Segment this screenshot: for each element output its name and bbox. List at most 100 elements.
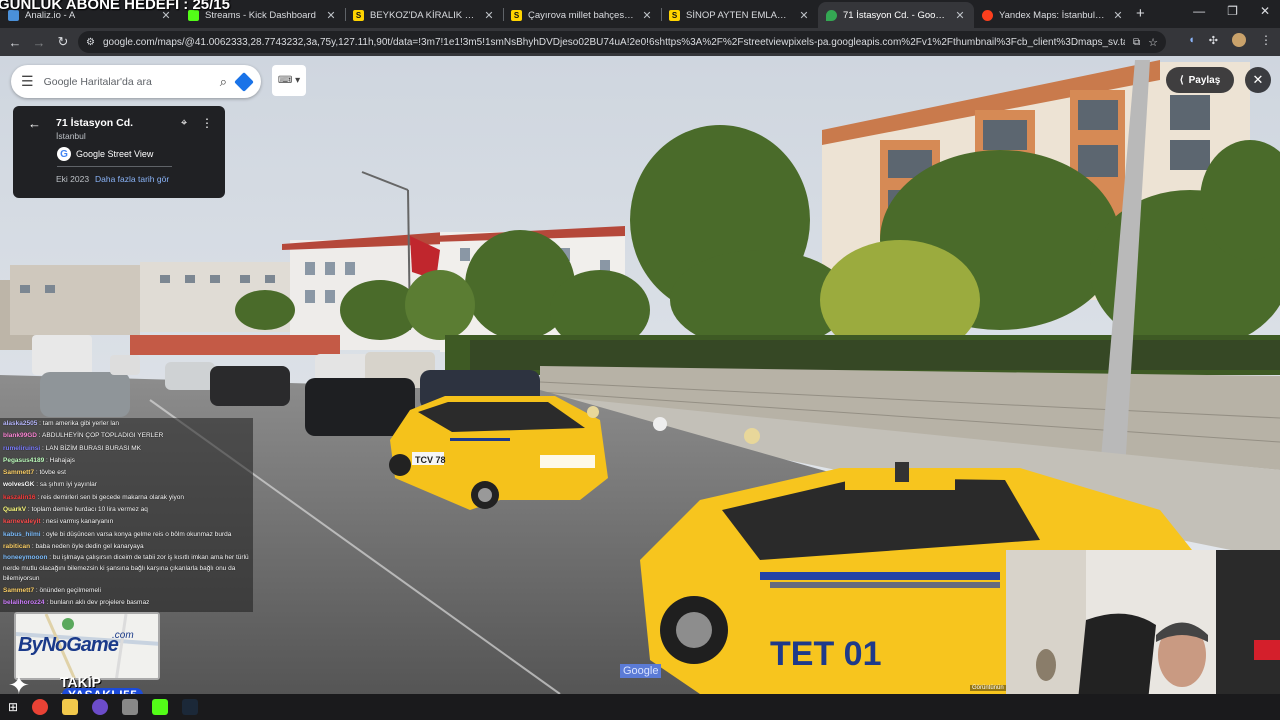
- window-controls: — ❐ ✕: [1193, 4, 1270, 18]
- close-street-view-button[interactable]: ✕: [1245, 67, 1271, 93]
- forward-icon[interactable]: →: [27, 35, 51, 50]
- close-tab-icon[interactable]: ✕: [483, 9, 495, 22]
- chat-message: wolvesGK : sa şıhım iyi yayınlar: [0, 479, 253, 491]
- chat-message: rabitican : baba neden öyle dedin gel ka…: [0, 541, 253, 553]
- sponsor-logo-text: ByNoGame: [18, 634, 119, 656]
- google-maps-icon: [826, 9, 837, 21]
- layers-button[interactable]: ⌨ ▾: [272, 65, 306, 96]
- reload-icon[interactable]: ↻: [51, 34, 75, 50]
- taxi-foreground-plate: TET 01: [770, 635, 881, 673]
- chat-text: toplam demire hurdacı 10 lira vermez aq: [31, 506, 148, 514]
- chat-username: kabus_hilmi: [3, 530, 41, 538]
- chat-text: bunların aklı dev projelere basmaz: [49, 599, 150, 607]
- chat-text: reis demirleri sen bi gecede makarna ola…: [40, 493, 185, 501]
- google-logo-icon: G: [57, 147, 71, 161]
- location-pin-icon[interactable]: ⌖: [181, 117, 187, 130]
- back-icon[interactable]: ←: [3, 35, 27, 50]
- chrome-icon[interactable]: [32, 699, 49, 715]
- close-tab-icon[interactable]: ✕: [1112, 9, 1124, 22]
- tab-title: Yandex Maps: İstanbul haritası: [999, 9, 1106, 21]
- more-dates-link[interactable]: Daha fazla tarih gör: [95, 174, 169, 184]
- close-tab-icon[interactable]: ✕: [954, 9, 966, 22]
- tab-title: 71 İstasyon Cd. - Google Harita: [843, 9, 948, 21]
- chat-message: blank99GD : ABDULHEYİN ÇOP TOPLADIGI YER…: [0, 430, 253, 442]
- tab-google-maps[interactable]: 71 İstasyon Cd. - Google Harita ✕: [818, 2, 974, 28]
- search-icon[interactable]: ⌕: [220, 74, 227, 90]
- stream-chat-overlay: alaska2505 : tam amerika gibi yerler lan…: [0, 418, 253, 612]
- kick-app-icon[interactable]: [152, 699, 169, 715]
- chat-text: sa şıhım iyi yayınlar: [39, 481, 97, 489]
- close-tab-icon[interactable]: ✕: [325, 9, 337, 22]
- chat-text: tam amerika gibi yerler lan: [42, 420, 119, 427]
- chat-username: Sammett7: [3, 469, 35, 477]
- chat-username: Sammett7: [3, 586, 35, 594]
- share-button[interactable]: ⟨ Paylaş: [1166, 67, 1234, 93]
- sahibinden-icon: S: [353, 9, 364, 21]
- chat-message: alaska2505 : tam amerika gibi yerler lan: [0, 418, 253, 430]
- directions-icon[interactable]: [234, 71, 254, 92]
- bookmark-star-icon[interactable]: ☆: [1148, 36, 1158, 49]
- browser-toolbar: ← → ↻ ⚙ google.com/maps/@41.0062333,28.7…: [0, 28, 1280, 56]
- chat-username: belalihoroz24: [3, 599, 45, 607]
- more-options-icon[interactable]: ⋮: [201, 116, 213, 130]
- keyboard-icon: ⌨ ▾: [277, 75, 301, 86]
- steam-icon[interactable]: [182, 699, 199, 715]
- minimize-icon[interactable]: —: [1193, 4, 1205, 18]
- app-icon[interactable]: [92, 699, 109, 715]
- chat-username: honeeymooon: [3, 554, 48, 562]
- tab-title: Çayırova millet bahçesinin karş: [528, 9, 635, 21]
- chat-message: karnevaleyit : nesi varmış kanaryanın: [0, 516, 253, 528]
- search-input[interactable]: Google Haritalar'da ara: [44, 76, 210, 88]
- chat-text: nesi varmış kanaryanın: [46, 518, 114, 526]
- close-tab-icon[interactable]: ✕: [798, 9, 810, 22]
- tab-sinop[interactable]: S SİNOP AYTEN EMLAKTAN 2+1 ✕: [661, 2, 818, 28]
- chat-message: honeeymooon : bu işlmaya çalışırsın dice…: [0, 553, 253, 585]
- yandex-maps-icon: [982, 9, 993, 21]
- site-info-icon[interactable]: ⚙: [86, 37, 95, 48]
- source-label: Google Street View: [76, 149, 154, 159]
- close-tab-icon[interactable]: ✕: [641, 9, 653, 22]
- extensions-puzzle-icon[interactable]: ✣: [1209, 34, 1218, 47]
- chat-username: blank99GD: [3, 432, 37, 440]
- restore-icon[interactable]: ❐: [1227, 4, 1238, 18]
- extension-icon[interactable]: ◖: [1188, 34, 1195, 46]
- tab-yandex-maps[interactable]: Yandex Maps: İstanbul haritası ✕: [974, 2, 1132, 28]
- back-arrow-icon[interactable]: ←: [28, 116, 41, 131]
- close-window-icon[interactable]: ✕: [1260, 4, 1270, 18]
- hamburger-menu-icon[interactable]: ☰: [21, 73, 34, 90]
- url-text: google.com/maps/@41.0062333,28.7743232,3…: [102, 36, 1125, 48]
- sponsor-logo-domain: .com: [112, 630, 134, 641]
- tab-title: SİNOP AYTEN EMLAKTAN 2+1: [686, 9, 792, 21]
- chat-message: Sammett7 : önünden geçilmemeli: [0, 585, 253, 597]
- capture-date: Eki 2023: [56, 174, 90, 184]
- place-city: İstanbul: [56, 131, 86, 141]
- chat-text: Hahajajs: [49, 456, 75, 464]
- maps-search-box[interactable]: ☰ Google Haritalar'da ara ⌕: [11, 65, 261, 98]
- taxi-middle-plate: TCV 78: [415, 455, 446, 465]
- chat-message: rumeliruinsi : LAN BİZİM BURASI BURASI M…: [0, 443, 253, 455]
- chat-message: Pegasus4189 : Hahajajs: [0, 455, 253, 467]
- google-watermark: Google: [620, 664, 662, 678]
- chat-text: baba neden öyle dedin gel kanaryaya: [35, 542, 144, 550]
- tab-beykoz[interactable]: S BEYKOZ'DA KİRALIK YALI - Kira ✕: [345, 2, 503, 28]
- chat-message: kaszalin16 : reis demirleri sen bi geced…: [0, 492, 253, 504]
- address-bar[interactable]: ⚙ google.com/maps/@41.0062333,28.7743232…: [78, 31, 1166, 53]
- street-view-footer[interactable]: Görüntünün: [970, 685, 1006, 691]
- settings-icon[interactable]: [122, 699, 139, 715]
- tab-cayirova[interactable]: S Çayırova millet bahçesinin karş ✕: [503, 2, 661, 28]
- install-app-icon[interactable]: ⧉: [1133, 37, 1140, 48]
- chat-username: karnevaleyit: [3, 518, 41, 526]
- chat-text: tövbe est: [39, 469, 66, 477]
- chat-username: wolvesGK: [3, 481, 35, 489]
- chat-message: belalihoroz24 : bunların aklı dev projel…: [0, 597, 253, 609]
- new-tab-button[interactable]: +: [1136, 5, 1145, 22]
- profile-avatar[interactable]: [1232, 33, 1246, 47]
- chat-message: kabus_hilmi : oyle bi düşüncen varsa kon…: [0, 529, 253, 541]
- windows-start-icon[interactable]: ⊞: [8, 700, 18, 714]
- sahibinden-icon: S: [669, 9, 680, 21]
- sponsor-logo-card: ByNoGame .com: [14, 612, 160, 680]
- share-icon: ⟨: [1179, 74, 1184, 86]
- file-explorer-icon[interactable]: [62, 699, 79, 715]
- menu-kebab-icon[interactable]: ⋮: [1260, 33, 1272, 47]
- chat-message: QuarkV : toplam demire hurdacı 10 lira v…: [0, 504, 253, 516]
